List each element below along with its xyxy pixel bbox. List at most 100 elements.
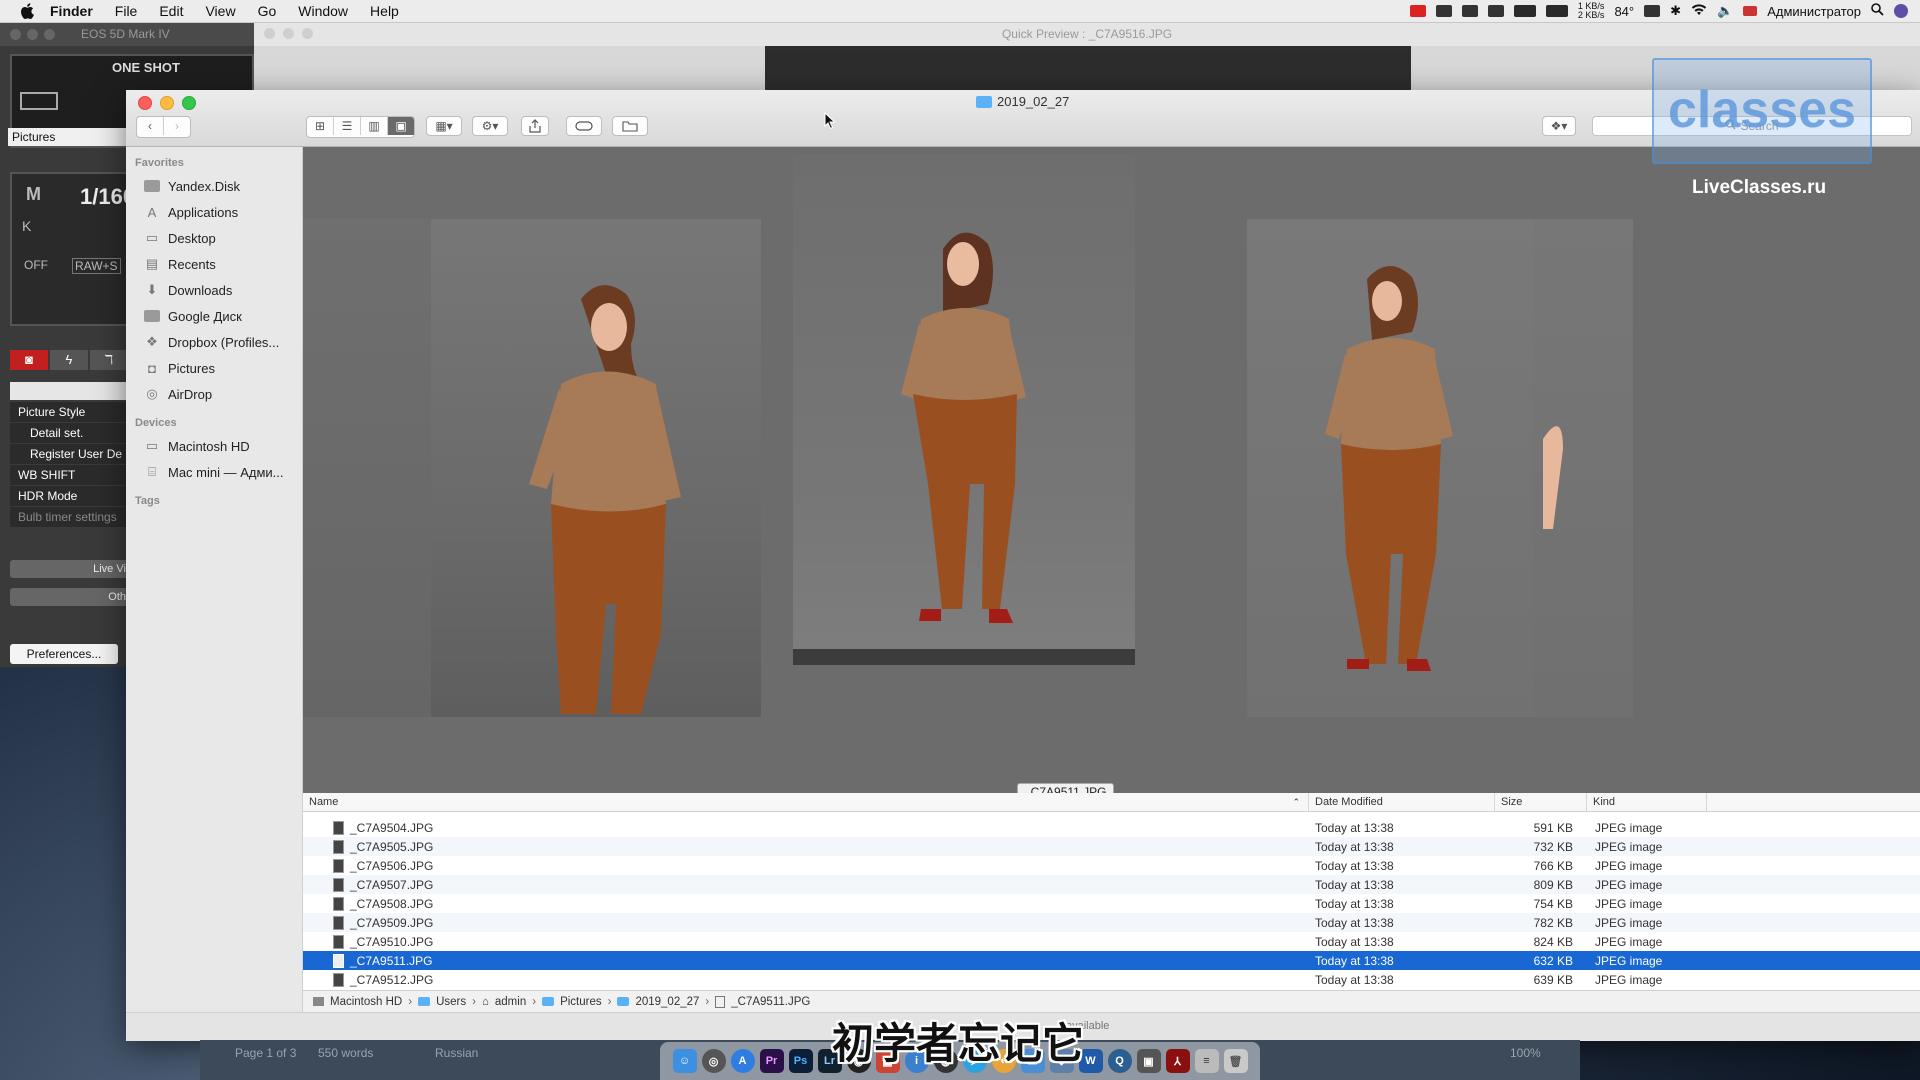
preview-maximize-button[interactable] [302, 28, 313, 39]
finder-dock-icon[interactable]: ☺ [672, 1049, 697, 1073]
eos-folder-select[interactable]: Pictures [8, 128, 132, 146]
network-speed[interactable]: 1 KB/s 2 KB/s [1578, 2, 1605, 20]
photoshop-dock-icon[interactable]: Ps [788, 1049, 813, 1073]
cpu-monitor-icon[interactable] [1513, 5, 1536, 17]
sidebar-item-mac-mini[interactable]: ⌸ Mac mini — Адми... [126, 459, 302, 485]
input-source-icon[interactable] [1743, 6, 1758, 16]
cover-flow[interactable] [303, 147, 1920, 793]
menu-window[interactable]: Window [298, 3, 348, 19]
cover-flow-thumbnail[interactable] [1247, 219, 1535, 717]
sidebar-item-recents[interactable]: ▤ Recents [126, 251, 302, 277]
live-status-icon[interactable] [1409, 5, 1426, 17]
path-item[interactable]: _C7A9511.JPG [731, 996, 810, 1008]
camera-tab-icon[interactable]: ◙ [10, 350, 48, 370]
eos-image-quality[interactable]: RAW+S [72, 258, 121, 274]
white-balance-k-icon[interactable]: K [22, 218, 31, 234]
column-header-date[interactable]: Date Modified [1309, 793, 1495, 811]
cover-flow-thumbnail[interactable] [1533, 219, 1633, 717]
sidebar-item-desktop[interactable]: ▭ Desktop [126, 225, 302, 251]
file-row[interactable]: _C7A9506.JPG Today at 13:38 766 KB JPEG ima… [303, 856, 1920, 875]
preferences-button[interactable]: Preferences... [10, 644, 118, 664]
spotlight-icon[interactable] [1871, 3, 1884, 19]
menu-edit[interactable]: Edit [159, 3, 183, 19]
path-item[interactable]: 2019_02_27 [635, 996, 699, 1008]
file-row[interactable]: _C7A9512.JPG Today at 13:38 639 KB JPEG ima… [303, 970, 1920, 989]
file-row[interactable]: _C7A9511.JPG Today at 13:38 632 KB JPEG ima… [303, 951, 1920, 970]
eos-minimize-button[interactable] [27, 28, 38, 40]
trash-dock-icon[interactable]: 🗑 [1223, 1049, 1248, 1073]
preview-minimize-button[interactable] [283, 28, 294, 39]
premiere-dock-icon[interactable]: Pr [759, 1049, 784, 1073]
cover-flow-thumbnail[interactable] [431, 219, 761, 717]
file-row[interactable]: _C7A9510.JPG Today at 13:38 824 KB JPEG ima… [303, 932, 1920, 951]
acrobat-dock-icon[interactable]: ⅄ [1165, 1049, 1190, 1073]
file-row[interactable]: _C7A9508.JPG Today at 13:38 754 KB JPEG ima… [303, 894, 1920, 913]
sidebar-item-applications[interactable]: A Applications [126, 199, 302, 225]
column-header-kind[interactable]: Kind [1587, 793, 1707, 811]
column-view-icon[interactable]: ▥ [361, 117, 388, 135]
eos-close-button[interactable] [10, 28, 21, 40]
cover-flow-selected-image[interactable] [793, 154, 1135, 665]
path-item[interactable]: Users [436, 996, 466, 1008]
sidebar-item-downloads[interactable]: ⬇ Downloads [126, 277, 302, 303]
back-button[interactable]: ‹ [137, 117, 164, 135]
tag-button[interactable] [566, 116, 602, 136]
sidebar-item-dropbox[interactable]: ❖ Dropbox (Profiles... [126, 329, 302, 355]
new-folder-button[interactable] [612, 116, 648, 136]
menu-view[interactable]: View [205, 3, 235, 19]
path-item[interactable]: Pictures [560, 996, 602, 1008]
siri-icon[interactable] [1894, 4, 1908, 18]
menu-finder[interactable]: Finder [50, 3, 93, 19]
sidebar-item-airdrop[interactable]: ◎ AirDrop [126, 381, 302, 407]
tools-tab-icon[interactable]: ℸ [90, 350, 128, 370]
quicktime-dock-icon[interactable]: Q [1107, 1049, 1132, 1073]
word-language[interactable]: Russian [435, 1046, 478, 1060]
menu-go[interactable]: Go [258, 3, 277, 19]
preview-dock-icon[interactable]: ▣ [1136, 1049, 1161, 1073]
menu-help[interactable]: Help [370, 3, 399, 19]
wifi-icon[interactable] [1691, 3, 1707, 19]
column-header-name[interactable]: Name ⌃ [303, 793, 1309, 811]
cloud-icon[interactable] [1487, 5, 1504, 17]
share-button[interactable] [521, 116, 549, 136]
sidebar-item-google-disk[interactable]: Google Диск [126, 303, 302, 329]
volume-icon[interactable]: 🔈 [1717, 3, 1733, 19]
sidebar-item-pictures[interactable]: ◘ Pictures [126, 355, 302, 381]
user-menu[interactable]: Администратор [1767, 4, 1861, 19]
eos-maximize-button[interactable] [44, 28, 55, 40]
column-header-size[interactable]: Size [1495, 793, 1587, 811]
forward-button[interactable]: › [164, 117, 190, 135]
temperature[interactable]: 84° [1614, 4, 1634, 19]
close-button[interactable] [138, 96, 152, 110]
action-gear-button[interactable]: ⚙▾ [472, 116, 508, 136]
minimize-button[interactable] [160, 96, 174, 110]
file-row[interactable]: _C7A9505.JPG Today at 13:38 732 KB JPEG ima… [303, 837, 1920, 856]
display-icon[interactable] [1435, 5, 1452, 17]
list-view-icon[interactable]: ☰ [334, 117, 361, 135]
icon-view-icon[interactable]: ⊞ [307, 117, 334, 135]
cover-flow-thumbnail[interactable] [303, 219, 433, 717]
sidebar-item-macintosh-hd[interactable]: ▭ Macintosh HD [126, 433, 302, 459]
cover-flow-view-icon[interactable]: ▣ [388, 117, 414, 135]
menu-file[interactable]: File [115, 3, 138, 19]
file-row[interactable]: _C7A9507.JPG Today at 13:38 809 KB JPEG ima… [303, 875, 1920, 894]
text-doc-dock-icon[interactable]: ≡ [1194, 1049, 1219, 1073]
file-row[interactable]: _C7A9509.JPG Today at 13:38 782 KB JPEG ima… [303, 913, 1920, 932]
dropbox-toolbar-button[interactable]: ❖▾ [1542, 116, 1576, 136]
launchpad-dock-icon[interactable]: ◎ [701, 1049, 726, 1073]
path-item[interactable]: admin [495, 996, 526, 1008]
sidebar-item-yandex-disk[interactable]: Yandex.Disk [126, 173, 302, 199]
eos-af-mode[interactable]: ONE SHOT [112, 60, 180, 75]
flash-tab-icon[interactable]: ϟ [50, 350, 88, 370]
memory-monitor-icon[interactable] [1545, 5, 1568, 17]
app-store-dock-icon[interactable]: A [730, 1049, 755, 1073]
word-zoom[interactable]: 100% [1510, 1046, 1541, 1060]
preview-close-button[interactable] [264, 28, 275, 39]
maximize-button[interactable] [182, 96, 196, 110]
group-by-button[interactable]: ▦▾ [426, 116, 462, 136]
app-status-icon[interactable] [1644, 5, 1661, 17]
dropbox-status-icon[interactable] [1461, 5, 1478, 17]
bluetooth-icon[interactable]: ✱ [1670, 3, 1681, 19]
file-row[interactable]: _C7A9504.JPG Today at 13:38 591 KB JPEG ima… [303, 818, 1920, 837]
path-item[interactable]: Macintosh HD [330, 996, 402, 1008]
